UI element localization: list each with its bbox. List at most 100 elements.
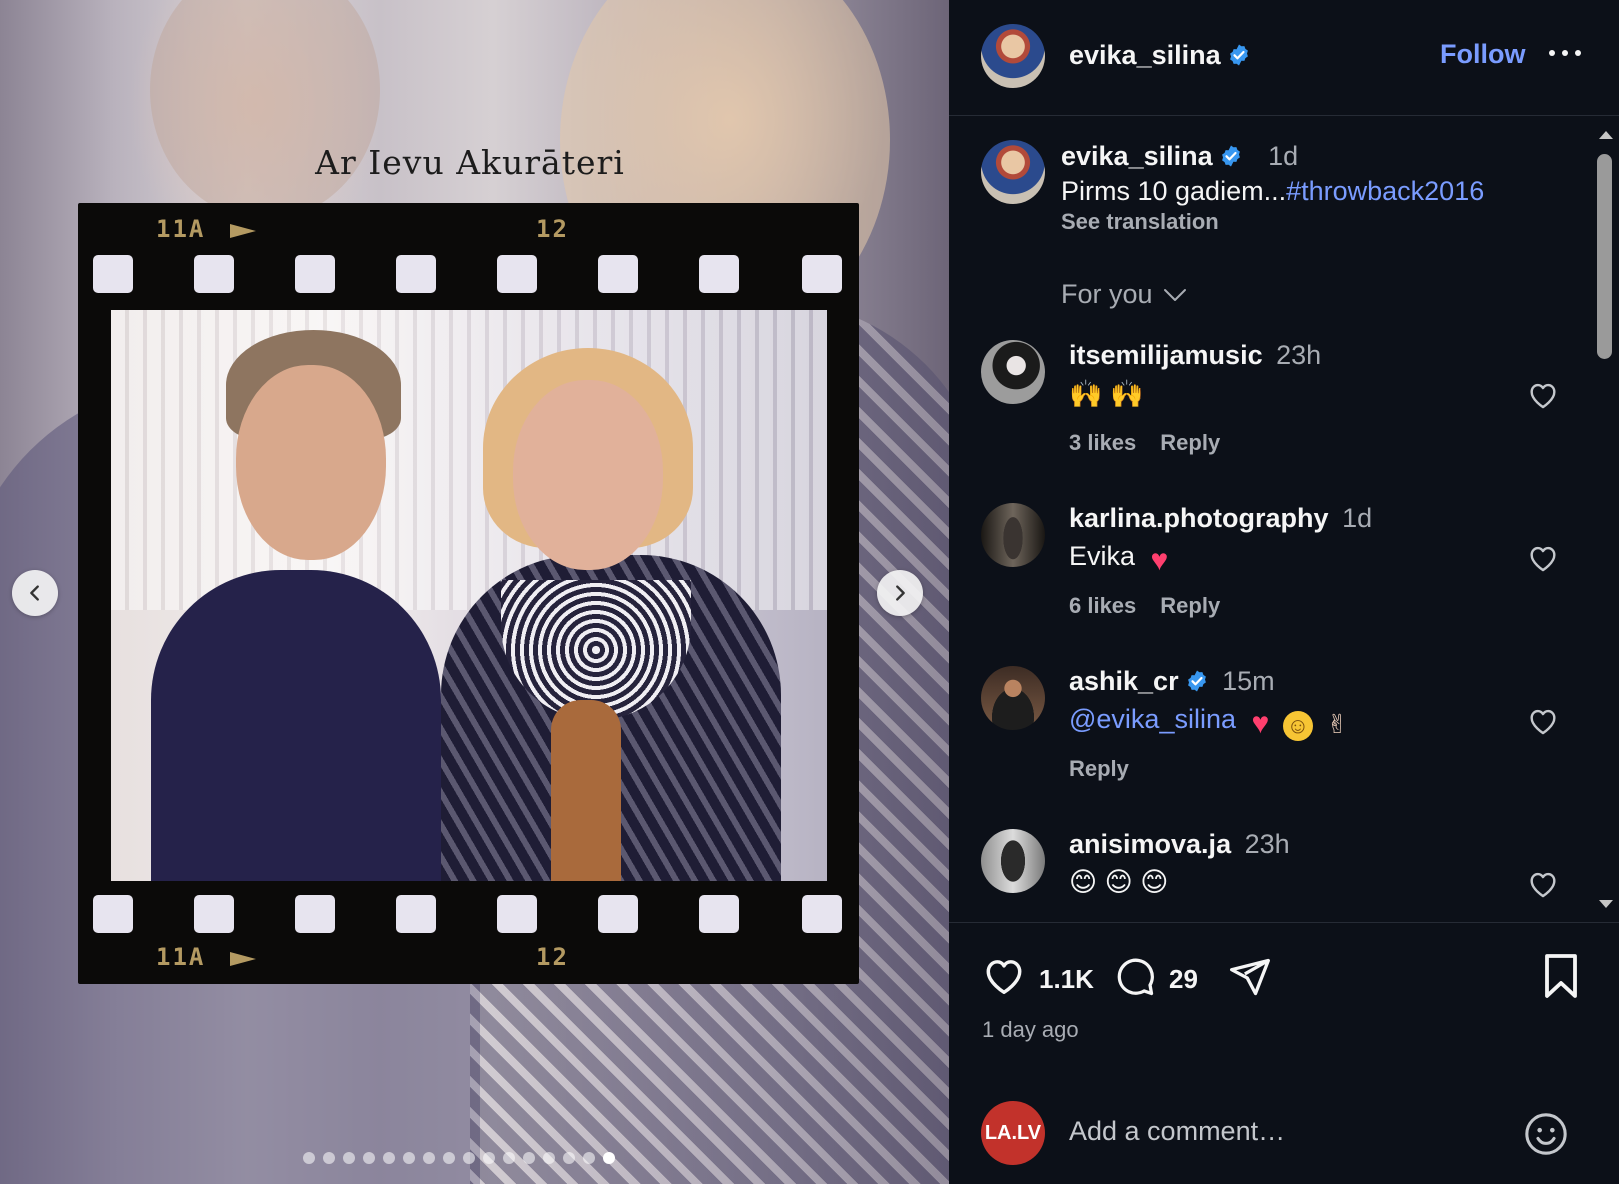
- comment-actions: 6 likes Reply: [1069, 593, 1220, 619]
- carousel-dot: [523, 1152, 535, 1164]
- film-sprocket: [396, 255, 436, 293]
- like-count[interactable]: 1.1K: [1039, 964, 1094, 995]
- author-username[interactable]: evika_silina: [1069, 40, 1221, 70]
- caption-hashtag[interactable]: #throwback2016: [1286, 176, 1484, 206]
- see-translation-link[interactable]: See translation: [1061, 209, 1219, 235]
- caption-body: Pirms 10 gadiem...: [1061, 176, 1287, 206]
- chevron-left-icon: [30, 585, 39, 601]
- comment-text-row: Evika ♥: [1069, 541, 1174, 576]
- comment-item: ashik_cr 15m @evika_silina ♥ ☺ ✌ Reply: [981, 666, 1581, 826]
- comment-bubble-icon[interactable]: [1111, 955, 1159, 999]
- comment-header: itsemilijamusic 23h: [1069, 340, 1321, 371]
- current-user-avatar[interactable]: LA.LV: [981, 1101, 1045, 1165]
- film-photo: [111, 310, 827, 881]
- comment-like-heart-icon[interactable]: [1526, 541, 1560, 575]
- film-arrow-icon: [230, 952, 256, 966]
- comment-text: 🙌 🙌: [1069, 379, 1144, 409]
- carousel-dot: [563, 1152, 575, 1164]
- comment-text: 😊 😊 😊: [1069, 867, 1169, 897]
- heart-emoji-icon: ♥: [1150, 544, 1169, 577]
- like-heart-icon[interactable]: [979, 953, 1029, 999]
- film-frame: 11A 12 11A 12: [78, 203, 859, 984]
- comment-avatar[interactable]: [981, 503, 1045, 567]
- film-sprocket: [699, 895, 739, 933]
- person-left-face: [236, 365, 386, 560]
- scrollbar-thumb[interactable]: [1597, 154, 1612, 359]
- carousel-dot: [543, 1152, 555, 1164]
- post-side-panel: evika_silina Follow evika_silina 1d Pirm…: [949, 0, 1619, 1184]
- caption-username[interactable]: evika_silina: [1061, 141, 1213, 171]
- comment-item: anisimova.ja 23h 😊 😊 😊: [981, 829, 1581, 922]
- film-sprocket: [497, 895, 537, 933]
- save-bookmark-icon[interactable]: [1541, 952, 1581, 1000]
- person-right-face: [513, 380, 663, 570]
- comment-time: 1d: [1342, 503, 1373, 533]
- next-slide-button[interactable]: [877, 570, 923, 616]
- comment-avatar[interactable]: [981, 829, 1045, 893]
- film-sprocket: [699, 255, 739, 293]
- comment-reply-button[interactable]: Reply: [1160, 430, 1220, 456]
- comment-sort-dropdown[interactable]: For you: [1061, 279, 1187, 310]
- comment-like-heart-icon[interactable]: [1526, 378, 1560, 412]
- comment-like-heart-icon[interactable]: [1526, 867, 1560, 901]
- carousel-dot: [323, 1152, 335, 1164]
- emoji-picker-icon[interactable]: [1523, 1111, 1569, 1157]
- comment-time: 15m: [1222, 666, 1275, 696]
- carousel-dot: [603, 1152, 615, 1164]
- comments-scroll-area[interactable]: evika_silina 1d Pirms 10 gadiem...#throw…: [949, 117, 1589, 922]
- film-sprocket: [295, 895, 335, 933]
- comment-actions: 3 likes Reply: [1069, 430, 1220, 456]
- film-code-bottom-left: 11A: [156, 943, 206, 971]
- comment-avatar[interactable]: [981, 340, 1045, 404]
- heart-emoji-icon: ♥: [1251, 707, 1270, 740]
- image-caption-text: Ar Ievu Akurāteri: [315, 143, 625, 182]
- film-sprocket: [598, 255, 638, 293]
- author-name-row: evika_silina: [1069, 40, 1251, 71]
- caption-time: 1d: [1268, 141, 1299, 171]
- caption-header: evika_silina 1d: [1061, 141, 1298, 172]
- film-sprocket: [396, 895, 436, 933]
- film-code-bottom-right: 12: [536, 943, 569, 971]
- carousel-dot: [443, 1152, 455, 1164]
- comment-username[interactable]: itsemilijamusic: [1069, 340, 1263, 370]
- author-avatar[interactable]: [981, 24, 1045, 88]
- film-sprocket: [93, 895, 133, 933]
- carousel-dot: [463, 1152, 475, 1164]
- comment-header: anisimova.ja 23h: [1069, 829, 1290, 860]
- comment-reply-button[interactable]: Reply: [1160, 593, 1220, 619]
- caption-author-avatar[interactable]: [981, 140, 1045, 204]
- comment-like-heart-icon[interactable]: [1526, 704, 1560, 738]
- film-sprocket: [802, 255, 842, 293]
- comment-count[interactable]: 29: [1169, 964, 1198, 995]
- carousel-dot: [303, 1152, 315, 1164]
- comment-likes[interactable]: 6 likes: [1069, 593, 1136, 619]
- post-media: Ar Ievu Akurāteri 11A 12 11A 12: [0, 0, 949, 1184]
- comment-username[interactable]: anisimova.ja: [1069, 829, 1231, 859]
- carousel-dot: [483, 1152, 495, 1164]
- background-photo-left-figure: [150, 0, 380, 220]
- comment-avatar[interactable]: [981, 666, 1045, 730]
- film-sprocket: [295, 255, 335, 293]
- comments-scrollbar[interactable]: [1591, 117, 1619, 922]
- follow-button[interactable]: Follow: [1440, 39, 1525, 70]
- comment-item: itsemilijamusic 23h 🙌 🙌 3 likes Reply: [981, 340, 1581, 500]
- guitar: [551, 700, 621, 881]
- film-sprocket: [598, 895, 638, 933]
- victory-hand-emoji-icon: ✌: [1326, 709, 1349, 739]
- previous-slide-button[interactable]: [12, 570, 58, 616]
- film-code-top-left: 11A: [156, 215, 206, 243]
- film-code-top-right: 12: [536, 215, 569, 243]
- share-send-icon[interactable]: [1227, 955, 1273, 999]
- comment-likes[interactable]: 3 likes: [1069, 430, 1136, 456]
- comment-username[interactable]: karlina.photography: [1069, 503, 1329, 533]
- comment-reply-button[interactable]: Reply: [1069, 756, 1129, 782]
- carousel-dot: [583, 1152, 595, 1164]
- comment-username[interactable]: ashik_cr: [1069, 666, 1179, 696]
- more-options-icon[interactable]: [1547, 43, 1583, 63]
- scroll-down-arrow-icon[interactable]: [1599, 900, 1613, 908]
- comment-header: karlina.photography 1d: [1069, 503, 1372, 534]
- carousel-dot: [403, 1152, 415, 1164]
- scroll-up-arrow-icon[interactable]: [1599, 131, 1613, 139]
- comment-mention-link[interactable]: @evika_silina: [1069, 704, 1236, 734]
- add-comment-input[interactable]: [1069, 1116, 1489, 1147]
